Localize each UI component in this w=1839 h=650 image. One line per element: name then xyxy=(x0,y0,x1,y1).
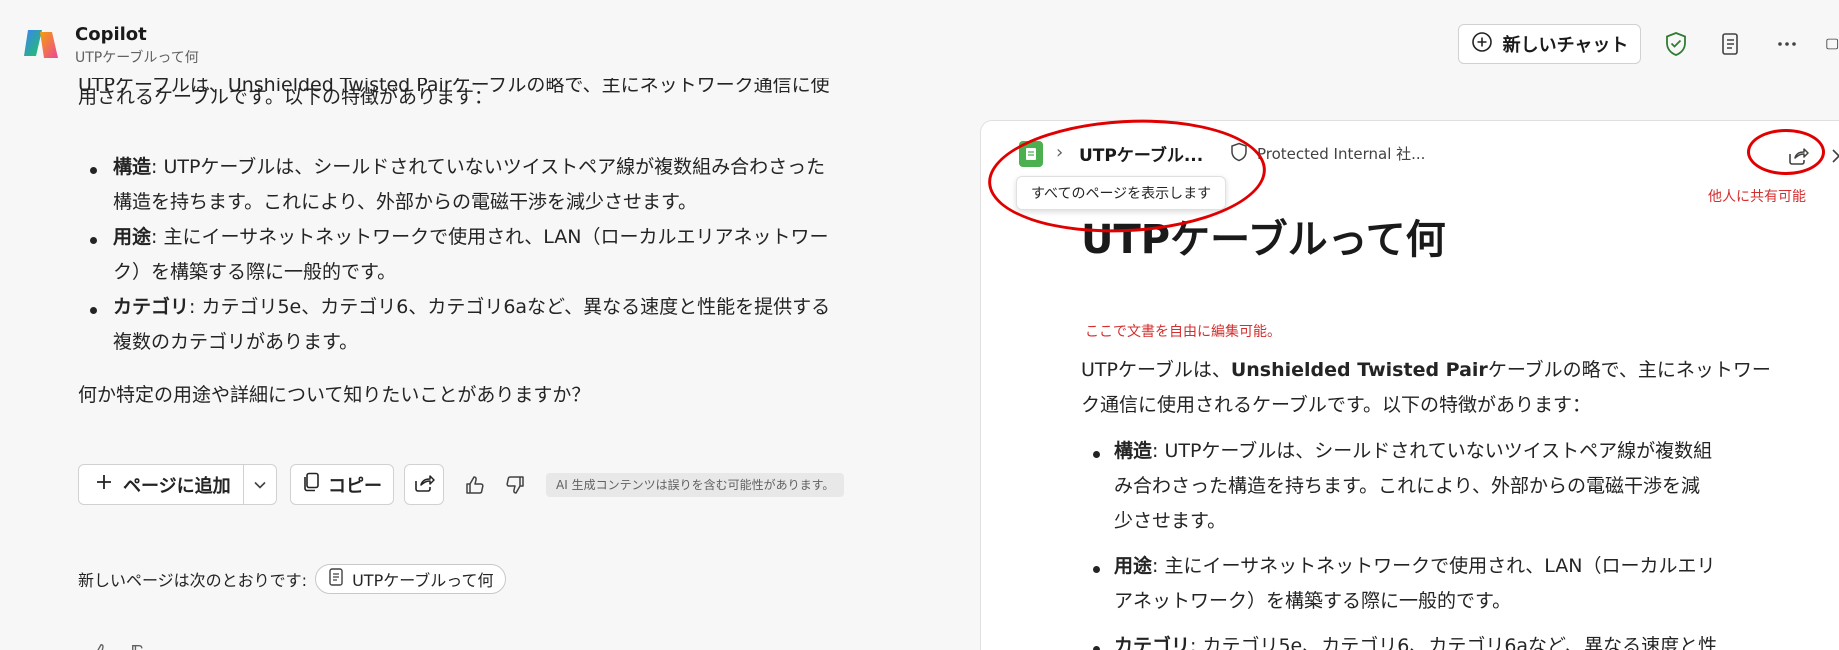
new-chat-button[interactable]: 新しいチャット xyxy=(1458,24,1641,64)
document-bullet-cont[interactable]: アネットワーク）を構築する際に一般的です。 xyxy=(1114,584,1511,619)
bullet-marker xyxy=(90,167,97,174)
copy-button[interactable]: コピー xyxy=(290,464,394,505)
ai-disclaimer: AI 生成コンテンツは誤りを含む可能性があります。 xyxy=(546,473,845,497)
thumbs-up-icon[interactable] xyxy=(462,472,488,498)
add-to-page-main[interactable]: ページに追加 xyxy=(79,465,245,504)
document-title[interactable]: UTPケーブルって何 xyxy=(1081,207,1446,265)
plus-icon xyxy=(95,473,113,496)
show-all-pages-tooltip: すべてのページを表示します xyxy=(1016,176,1227,210)
edit-annotation: ここで文書を自由に編集可能。 xyxy=(1085,324,1281,340)
copilot-logo-icon xyxy=(20,26,60,62)
bottom-feedback-row xyxy=(92,642,150,650)
app-title: Copilot xyxy=(75,24,147,45)
sensitivity-label[interactable]: Protected Internal 社... xyxy=(1257,143,1425,164)
document-paragraph[interactable]: UTPケーブルは、Unshielded Twisted Pairケーブルの略で、… xyxy=(1081,353,1771,388)
onenote-notebook-icon[interactable] xyxy=(1019,141,1043,167)
document-paragraph-cont[interactable]: ク通信に使用されるケーブルです。以下の特徴があります： xyxy=(1081,388,1591,423)
add-to-page-label: ページに追加 xyxy=(123,475,231,497)
chevron-right-icon: › xyxy=(1056,142,1064,163)
document-bullet[interactable]: 構造: UTPケーブルは、シールドされていないツイストペア線が複数組 xyxy=(1114,434,1712,469)
bullet-marker xyxy=(1093,646,1100,650)
thumbs-down-icon[interactable] xyxy=(502,472,528,498)
share-icon[interactable] xyxy=(1783,141,1813,171)
more-options-icon[interactable] xyxy=(1773,30,1801,58)
bullet-item-cont: ク）を構築する際に一般的です。 xyxy=(113,261,397,283)
app-header: Copilot UTPケーブルって何 新しいチャット xyxy=(0,0,1839,80)
document-bullet-cont[interactable]: 少させます。 xyxy=(1114,504,1226,539)
bullet-marker xyxy=(90,307,97,314)
new-page-link[interactable]: UTPケーブルって何 xyxy=(315,564,507,594)
thumbs-down-icon[interactable] xyxy=(130,642,150,650)
copy-label: コピー xyxy=(328,475,382,497)
share-icon xyxy=(413,473,435,497)
thumbs-up-icon[interactable] xyxy=(92,642,112,650)
bullet-item-cont: 構造を持ちます。これにより、外部からの電磁干渉を減少させます。 xyxy=(113,191,698,213)
bullet-item: 構造: UTPケーブルは、シールドされていないツイストペア線が複数組み合わさった xyxy=(113,156,826,178)
document-bullet[interactable]: カテゴリ: カテゴリ5e、カテゴリ6、カテゴリ6aなど、異なる速度と性 xyxy=(1114,629,1717,650)
new-chat-label: 新しいチャット xyxy=(1502,35,1629,56)
copy-icon xyxy=(302,472,320,497)
notebook-icon[interactable] xyxy=(1716,30,1744,58)
new-page-notice: 新しいページは次のとおりです: UTPケーブルって何 xyxy=(78,564,507,594)
chat-area: UTPケーブルは、Unshielded Twisted Pairケーブルの略で、… xyxy=(0,78,900,650)
conversation-title: UTPケーブルって何 xyxy=(75,50,199,66)
chat-add-icon xyxy=(1471,31,1493,58)
bullet-item: 用途: 主にイーサネットネットワークで使用され、LAN（ローカルエリアネットワー xyxy=(113,226,829,248)
chevron-down-icon[interactable] xyxy=(244,481,276,489)
close-icon[interactable] xyxy=(1824,141,1839,171)
new-page-chip-label: UTPケーブルって何 xyxy=(352,571,494,590)
bullet-marker xyxy=(1093,451,1100,458)
share-button[interactable] xyxy=(404,464,444,505)
shield-check-icon[interactable] xyxy=(1662,30,1690,58)
response-question: 何か特定の用途や詳細について知りたいことがありますか？ xyxy=(78,384,591,406)
new-page-prefix: 新しいページは次のとおりです: xyxy=(78,571,308,590)
page-panel: › UTPケーブル... Protected Internal 社... すべて… xyxy=(980,120,1839,650)
document-bullet-cont[interactable]: み合わさった構造を持ちます。これにより、外部からの電磁干渉を減 xyxy=(1114,469,1700,504)
bullet-item-cont: 複数のカテゴリがあります。 xyxy=(113,331,359,353)
page-icon xyxy=(328,568,344,590)
document-bullet[interactable]: 用途: 主にイーサネットネットワークで使用され、LAN（ローカルエリ xyxy=(1114,549,1716,584)
add-to-page-button[interactable]: ページに追加 xyxy=(78,464,277,505)
sensitivity-shield-icon xyxy=(1230,142,1248,166)
bullet-item: カテゴリ: カテゴリ5e、カテゴリ6、カテゴリ6aなど、異なる速度と性能を提供す… xyxy=(113,296,831,318)
share-annotation: 他人に共有可能 xyxy=(1708,189,1806,205)
panel-toggle-icon[interactable] xyxy=(1826,30,1839,58)
bullet-marker xyxy=(90,237,97,244)
response-text: 用されるケーブルです。以下の特徴があります： xyxy=(78,86,493,108)
breadcrumb-page-title[interactable]: UTPケーブル... xyxy=(1079,141,1203,166)
bullet-marker xyxy=(1093,566,1100,573)
